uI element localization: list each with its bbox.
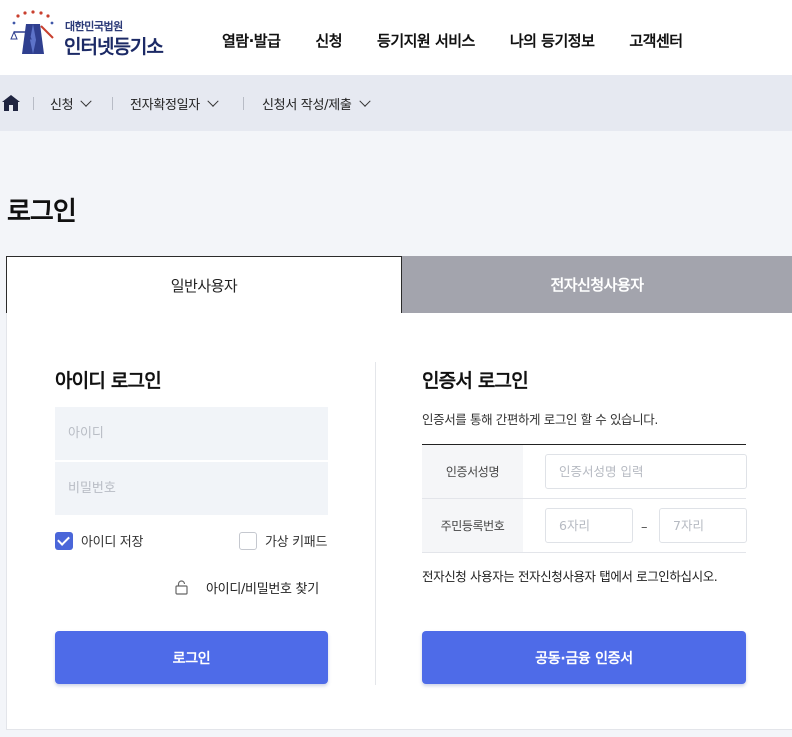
home-icon[interactable] bbox=[2, 95, 20, 111]
rrn-dash: – bbox=[641, 520, 648, 535]
virtual-keypad-checkbox[interactable]: 가상 키패드 bbox=[239, 531, 327, 550]
rrn-cell: – bbox=[523, 499, 747, 552]
chevron-down-icon bbox=[358, 95, 371, 107]
virtual-keypad-label: 가상 키패드 bbox=[265, 535, 328, 550]
checkbox-checked-icon bbox=[55, 531, 73, 550]
site-header: 대한민국법원 인터넷등기소 열람·발급 신청 등기지원 서비스 나의 등기정보 … bbox=[0, 0, 792, 75]
cert-name-label: 인증서성명 bbox=[422, 445, 523, 498]
breadcrumb-divider bbox=[33, 97, 34, 110]
breadcrumb-divider bbox=[243, 97, 244, 110]
breadcrumb-bar bbox=[0, 75, 792, 131]
find-id-password-link[interactable]: 아이디/비밀번호 찾기 bbox=[175, 578, 319, 597]
logo-title: 인터넷등기소 bbox=[64, 36, 164, 58]
save-id-label: 아이디 저장 bbox=[81, 535, 144, 550]
breadcrumb-label: 전자확정일자 bbox=[130, 98, 200, 113]
chevron-down-icon bbox=[80, 95, 92, 107]
cert-name-input[interactable] bbox=[545, 454, 747, 489]
cert-name-row: 인증서성명 bbox=[422, 445, 747, 499]
rrn-back-input[interactable] bbox=[659, 508, 747, 543]
cert-login-button[interactable]: 공동·금융 인증서 bbox=[422, 631, 746, 684]
court-emblem-icon bbox=[10, 10, 54, 54]
cert-name-cell bbox=[523, 445, 747, 498]
find-link-label: 아이디/비밀번호 찾기 bbox=[206, 582, 319, 597]
cert-login-note: 전자신청 사용자는 전자신청사용자 탭에서 로그인하십시오. bbox=[422, 569, 718, 584]
rrn-front-input[interactable] bbox=[545, 508, 633, 543]
tab-electronic-user[interactable]: 전자신청사용자 bbox=[402, 256, 792, 313]
breadcrumb-item-apply[interactable]: 신청 bbox=[50, 94, 92, 113]
password-input[interactable] bbox=[55, 462, 328, 515]
id-login-title: 아이디 로그인 bbox=[55, 370, 162, 392]
breadcrumb-item-form-submit[interactable]: 신청서 작성/제출 bbox=[262, 94, 371, 113]
login-button[interactable]: 로그인 bbox=[55, 631, 328, 684]
cert-login-title: 인증서 로그인 bbox=[422, 370, 529, 392]
nav-item-support-service[interactable]: 등기지원 서비스 bbox=[377, 30, 475, 51]
nav-item-view-issue[interactable]: 열람·발급 bbox=[222, 30, 281, 51]
site-logo[interactable]: 대한민국법원 인터넷등기소 bbox=[8, 10, 168, 60]
main-nav: 열람·발급 신청 등기지원 서비스 나의 등기정보 고객센터 bbox=[222, 30, 718, 51]
nav-item-customer-center[interactable]: 고객센터 bbox=[629, 30, 683, 51]
nav-item-apply[interactable]: 신청 bbox=[315, 30, 342, 51]
page-title: 로그인 bbox=[7, 197, 77, 227]
save-id-checkbox[interactable]: 아이디 저장 bbox=[55, 531, 143, 550]
tab-general-user[interactable]: 일반사용자 bbox=[6, 256, 402, 313]
breadcrumb-label: 신청서 작성/제출 bbox=[262, 98, 352, 113]
breadcrumb-divider bbox=[112, 97, 113, 110]
chevron-down-icon bbox=[207, 95, 219, 107]
cert-login-description: 인증서를 통해 간편하게 로그인 할 수 있습니다. bbox=[422, 412, 658, 427]
cert-form-table: 인증서성명 주민등록번호 – bbox=[422, 444, 747, 553]
id-input[interactable] bbox=[55, 407, 328, 460]
checkbox-unchecked-icon bbox=[239, 531, 257, 550]
nav-item-my-info[interactable]: 나의 등기정보 bbox=[510, 30, 595, 51]
rrn-row: 주민등록번호 – bbox=[422, 499, 747, 553]
breadcrumb-label: 신청 bbox=[50, 98, 74, 113]
breadcrumb-item-e-confirm-date[interactable]: 전자확정일자 bbox=[130, 94, 219, 113]
lock-icon bbox=[175, 580, 188, 595]
rrn-label: 주민등록번호 bbox=[422, 499, 523, 552]
panel-divider bbox=[375, 362, 376, 685]
